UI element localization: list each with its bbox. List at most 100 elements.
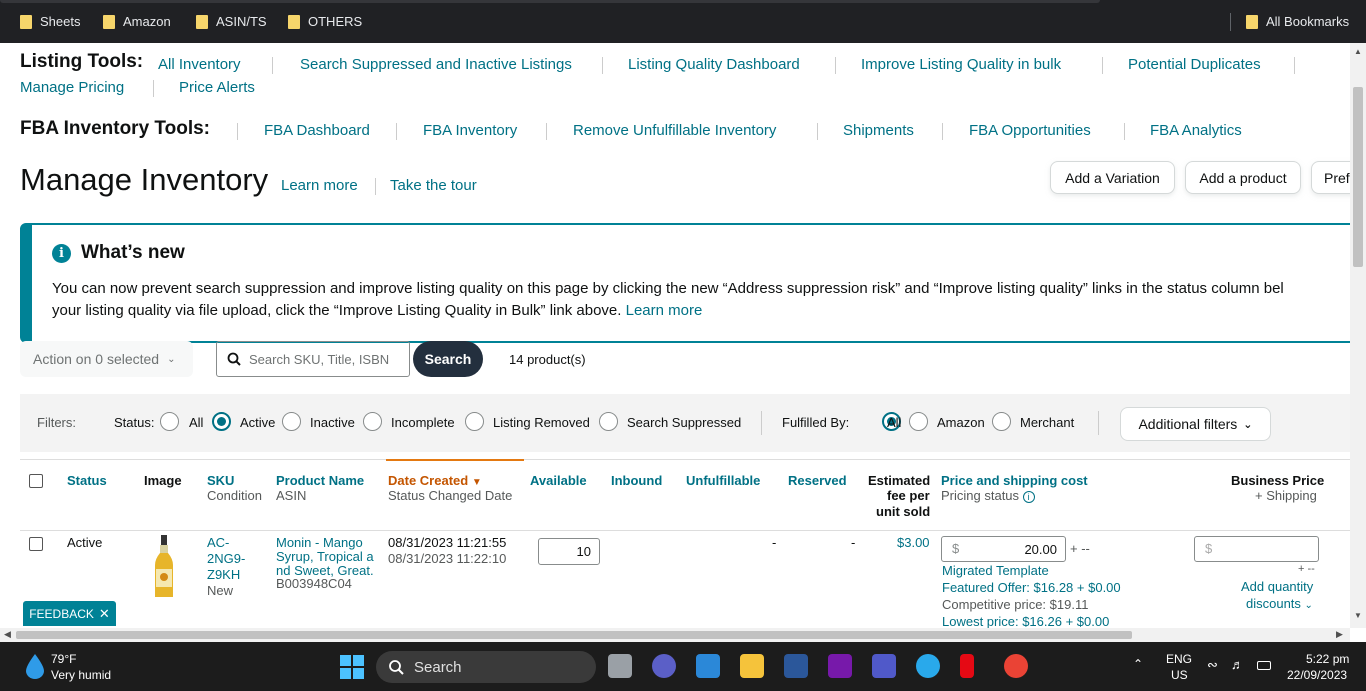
row-checkbox[interactable]	[29, 537, 43, 551]
bookmark-others[interactable]: OTHERS	[288, 14, 362, 29]
col-product-name[interactable]: Product Name	[276, 473, 364, 488]
scroll-left-icon[interactable]: ◀	[4, 629, 11, 640]
col-unfulfillable[interactable]: Unfulfillable	[686, 473, 760, 488]
row-sku-3[interactable]: Z9KH	[207, 567, 240, 582]
status-inactive-radio[interactable]	[282, 412, 301, 431]
price-input[interactable]: $ 20.00	[941, 536, 1066, 562]
link-price-alerts[interactable]: Price Alerts	[179, 79, 255, 96]
search-button[interactable]: Search	[413, 341, 483, 377]
scroll-thumb[interactable]	[1353, 87, 1363, 267]
col-pricing-status-label: Pricing status	[941, 488, 1020, 503]
preferences-button[interactable]: Pref	[1311, 161, 1350, 194]
whats-new-learn-more[interactable]: Learn more	[626, 302, 703, 319]
word-icon[interactable]	[784, 654, 808, 678]
divider	[817, 123, 818, 140]
link-search-suppressed[interactable]: Search Suppressed and Inactive Listings	[300, 56, 572, 73]
onenote-icon[interactable]	[828, 654, 852, 678]
link-fba-opportunities[interactable]: FBA Opportunities	[969, 122, 1091, 139]
all-bookmarks[interactable]: All Bookmarks	[1246, 14, 1349, 29]
col-date-created[interactable]: Date Created ▼	[388, 473, 482, 488]
teams-icon[interactable]	[872, 654, 896, 678]
wifi-icon[interactable]: ∾	[1207, 657, 1218, 673]
take-tour-link[interactable]: Take the tour	[390, 177, 477, 194]
row-date-created: 08/31/2023 11:21:55	[388, 535, 507, 550]
available-quantity-input[interactable]: 10	[538, 538, 600, 565]
vertical-scrollbar[interactable]: ▲ ▼	[1350, 43, 1366, 628]
row-lowest-price[interactable]: Lowest price: $16.26 + $0.00	[942, 614, 1109, 628]
col-inbound[interactable]: Inbound	[611, 473, 662, 488]
search-input[interactable]: Search SKU, Title, ISBN	[216, 341, 410, 377]
windows-start-icon[interactable]	[340, 655, 364, 679]
add-product-button[interactable]: Add a product	[1185, 161, 1301, 194]
horizontal-scrollbar[interactable]: ◀ ▶	[0, 628, 1350, 642]
col-reserved[interactable]: Reserved	[788, 473, 847, 488]
col-available[interactable]: Available	[530, 473, 587, 488]
telegram-icon[interactable]	[916, 654, 940, 678]
scroll-thumb[interactable]	[16, 631, 1132, 639]
col-sku[interactable]: SKU	[207, 473, 234, 488]
add-quantity-discounts-1[interactable]: Add quantity	[1241, 579, 1313, 594]
meet-icon[interactable]	[652, 654, 676, 678]
volume-icon[interactable]: ♬	[1231, 657, 1244, 672]
link-fba-dashboard[interactable]: FBA Dashboard	[264, 122, 370, 139]
link-all-inventory[interactable]: All Inventory	[158, 56, 241, 73]
netflix-icon[interactable]	[960, 654, 974, 678]
link-fba-inventory[interactable]: FBA Inventory	[423, 122, 517, 139]
col-price[interactable]: Price and shipping cost	[941, 473, 1088, 488]
learn-more-link[interactable]: Learn more	[281, 177, 358, 194]
notepad-icon[interactable]	[696, 654, 720, 678]
row-template[interactable]: Migrated Template	[942, 563, 1049, 578]
clock-date[interactable]: 22/09/2023	[1287, 668, 1347, 682]
additional-filters-dropdown[interactable]: Additional filters ⌄	[1120, 407, 1271, 441]
info-icon[interactable]: i	[1022, 491, 1035, 503]
link-fba-analytics[interactable]: FBA Analytics	[1150, 122, 1242, 139]
business-price-input[interactable]: $	[1194, 536, 1319, 562]
language-1[interactable]: ENG	[1166, 652, 1192, 666]
chrome-icon[interactable]	[1004, 654, 1028, 678]
action-dropdown[interactable]: Action on 0 selected ⌄	[20, 341, 193, 377]
row-product-name-2[interactable]: Syrup, Tropical a	[276, 549, 374, 564]
row-featured-offer[interactable]: Featured Offer: $16.28 + $0.00	[942, 580, 1121, 595]
row-sku-1[interactable]: AC-	[207, 535, 229, 550]
link-potential-duplicates[interactable]: Potential Duplicates	[1128, 56, 1261, 73]
product-image[interactable]	[153, 535, 175, 599]
status-active-radio[interactable]	[212, 412, 231, 431]
status-search-suppressed-radio[interactable]	[599, 412, 618, 431]
add-variation-button[interactable]: Add a Variation	[1050, 161, 1175, 194]
task-view-icon[interactable]	[608, 654, 632, 678]
chevron-up-icon[interactable]: ⌃	[1133, 657, 1143, 671]
scroll-right-icon[interactable]: ▶	[1336, 629, 1343, 640]
fulfilled-amazon-radio[interactable]	[909, 412, 928, 431]
add-quantity-discounts-2[interactable]: discounts ⌄	[1246, 596, 1313, 611]
bookmark-asin-ts[interactable]: ASIN/TS	[196, 14, 267, 29]
link-remove-unfulfillable[interactable]: Remove Unfulfillable Inventory	[573, 122, 776, 139]
col-status[interactable]: Status	[67, 473, 107, 488]
weather-desc: Very humid	[51, 668, 112, 682]
battery-icon[interactable]	[1257, 661, 1271, 670]
bookmark-sheets[interactable]: Sheets	[20, 14, 80, 29]
scroll-down-icon[interactable]: ▼	[1354, 611, 1362, 620]
divider	[835, 57, 836, 74]
link-listing-quality-dashboard[interactable]: Listing Quality Dashboard	[628, 56, 800, 73]
clock-time[interactable]: 5:22 pm	[1306, 652, 1349, 666]
close-icon[interactable]: ✕	[99, 606, 110, 622]
status-all-radio[interactable]	[160, 412, 179, 431]
row-fee[interactable]: $3.00	[897, 535, 930, 550]
row-product-name-1[interactable]: Monin - Mango	[276, 535, 363, 550]
scroll-up-icon[interactable]: ▲	[1354, 47, 1362, 56]
link-manage-pricing[interactable]: Manage Pricing	[20, 79, 124, 96]
taskbar-search[interactable]: Search	[376, 651, 596, 683]
status-incomplete-radio[interactable]	[363, 412, 382, 431]
file-explorer-icon[interactable]	[740, 654, 764, 678]
link-shipments[interactable]: Shipments	[843, 122, 914, 139]
row-sku-2[interactable]: 2NG9-	[207, 551, 245, 566]
language-2[interactable]: US	[1171, 668, 1188, 682]
whats-new-text: your listing quality via file upload, cl…	[52, 302, 622, 319]
feedback-button[interactable]: FEEDBACK ✕	[23, 601, 116, 626]
bookmark-amazon[interactable]: Amazon	[103, 14, 171, 29]
weather-icon[interactable]	[24, 653, 46, 679]
link-improve-quality-bulk[interactable]: Improve Listing Quality in bulk	[861, 56, 1061, 73]
select-all-checkbox[interactable]	[29, 474, 43, 488]
fulfilled-merchant-radio[interactable]	[992, 412, 1011, 431]
status-listing-removed-radio[interactable]	[465, 412, 484, 431]
